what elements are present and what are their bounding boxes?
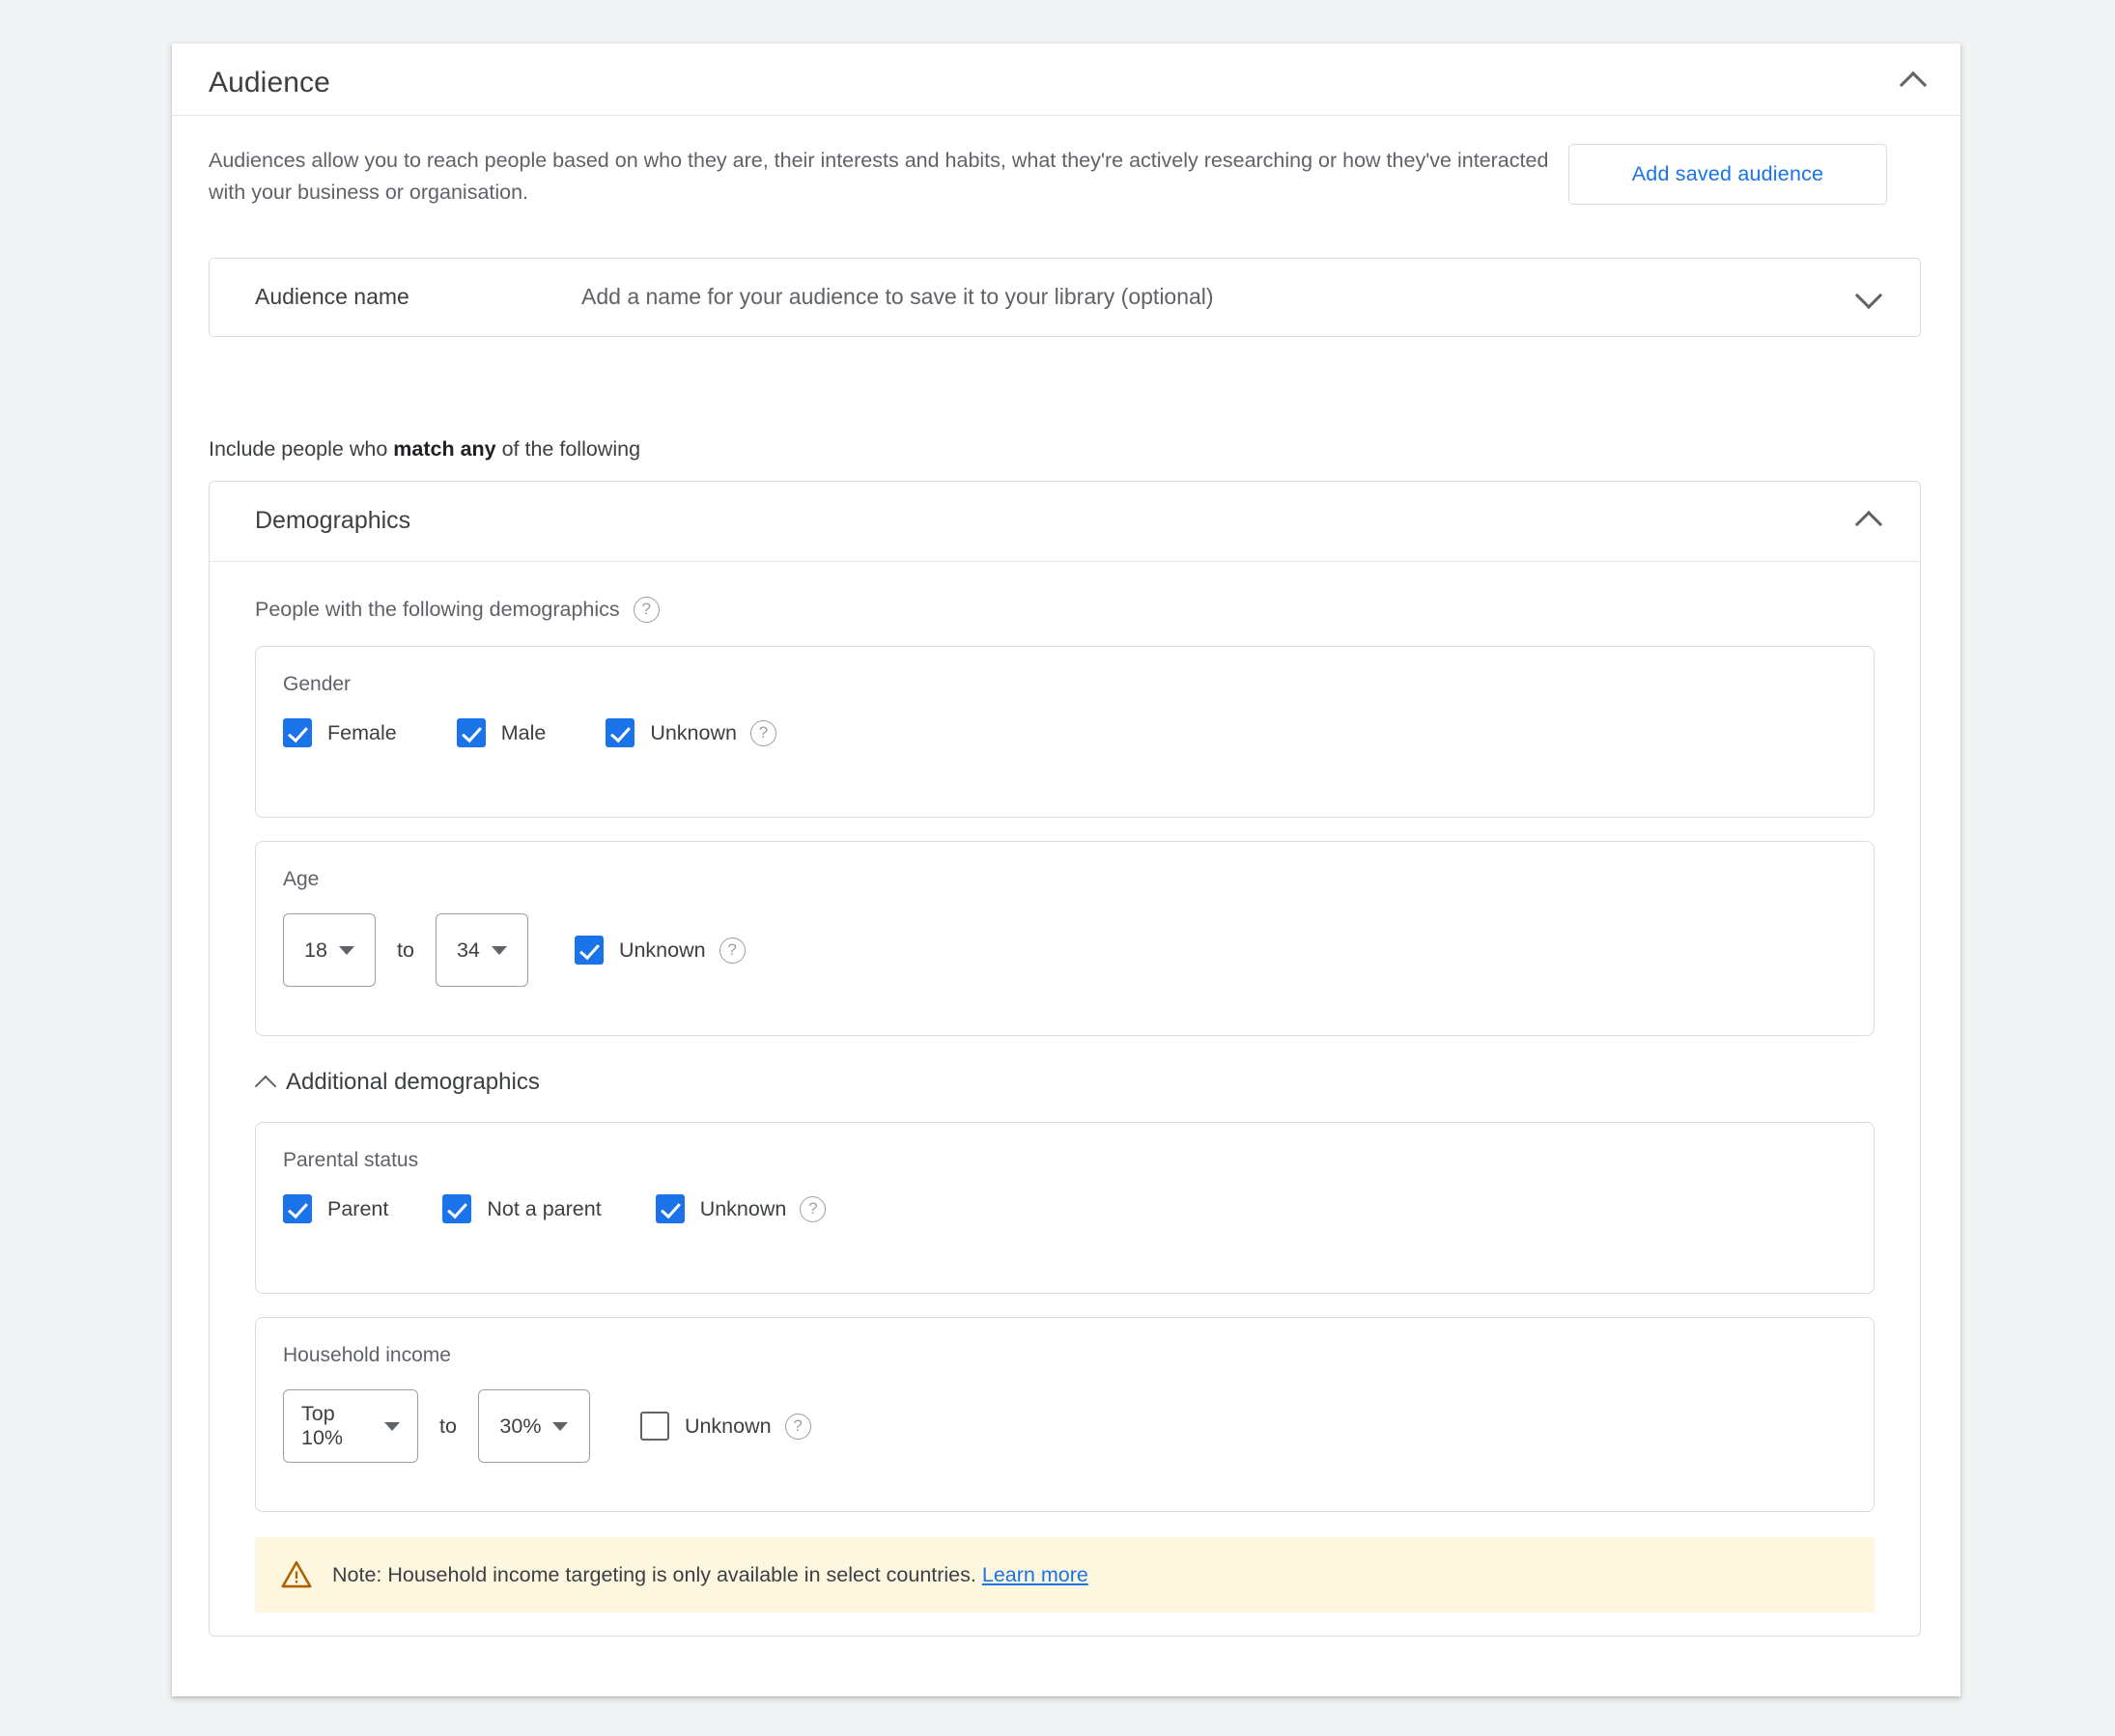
include-suffix: of the following xyxy=(495,437,641,461)
age-to-value: 34 xyxy=(456,938,480,962)
audience-name-expand-button[interactable] xyxy=(1856,285,1881,310)
checkbox-checked-icon[interactable] xyxy=(655,1194,685,1223)
parental-status-field-box: Parental status Parent Not a parent Unkn… xyxy=(255,1122,1875,1294)
audience-intro-row: Audiences allow you to reach people base… xyxy=(172,117,1960,218)
demographics-header: Demographics xyxy=(210,482,1920,562)
age-to-select[interactable]: 34 xyxy=(435,913,528,987)
audience-collapse-button[interactable] xyxy=(1901,69,1926,94)
household-income-label: Household income xyxy=(283,1344,451,1366)
demographics-card: Demographics People with the following d… xyxy=(209,481,1921,1637)
chevron-up-icon xyxy=(1901,69,1926,94)
audience-card: Audience Audiences allow you to reach pe… xyxy=(172,43,1960,1696)
checkbox-checked-icon[interactable] xyxy=(574,936,604,965)
parental-status-label: Parental status xyxy=(283,1149,419,1171)
help-icon[interactable]: ? xyxy=(633,597,660,623)
demographics-collapse-button[interactable] xyxy=(1856,508,1881,533)
chevron-down-icon xyxy=(1856,285,1881,310)
age-label: Age xyxy=(283,868,320,890)
audience-name-label: Audience name xyxy=(255,284,409,309)
age-from-value: 18 xyxy=(304,938,327,962)
gender-option-unknown-label: Unknown xyxy=(650,720,737,744)
household-income-controls-row: Top 10% to 30% Unknown ? xyxy=(283,1389,811,1463)
demographics-body: People with the following demographics ?… xyxy=(210,597,1920,1636)
checkbox-unchecked-icon[interactable] xyxy=(639,1412,669,1441)
help-icon[interactable]: ? xyxy=(749,719,776,746)
age-to-word: to xyxy=(397,938,414,962)
parental-option-not-a-parent-label: Not a parent xyxy=(487,1196,602,1220)
gender-field-box: Gender Female Male Unknown ? xyxy=(255,646,1875,818)
note-message: Note: Household income targeting is only… xyxy=(332,1562,976,1586)
age-controls-row: 18 to 34 Unknown ? xyxy=(283,913,746,987)
chevron-up-icon xyxy=(1856,508,1881,533)
gender-option-male-label: Male xyxy=(500,720,547,744)
audience-card-header: Audience xyxy=(172,43,1960,116)
household-income-option-unknown[interactable]: Unknown ? xyxy=(639,1412,811,1441)
add-saved-audience-button[interactable]: Add saved audience xyxy=(1568,144,1887,205)
gender-options-row: Female Male Unknown ? xyxy=(283,718,776,747)
caret-down-icon xyxy=(491,945,507,955)
help-icon[interactable]: ? xyxy=(719,937,746,964)
gender-option-unknown[interactable]: Unknown ? xyxy=(606,718,776,747)
help-icon[interactable]: ? xyxy=(784,1413,811,1440)
parental-option-unknown[interactable]: Unknown ? xyxy=(655,1194,827,1223)
gender-option-male[interactable]: Male xyxy=(456,718,547,747)
checkbox-checked-icon[interactable] xyxy=(283,718,312,747)
additional-demographics-toggle[interactable]: Additional demographics xyxy=(255,1069,540,1096)
household-income-from-value: Top 10% xyxy=(301,1402,344,1449)
audience-description: Audiences allow you to reach people base… xyxy=(209,149,1549,204)
caret-down-icon xyxy=(384,1421,400,1431)
caret-down-icon xyxy=(552,1421,569,1431)
demographics-subtitle: People with the following demographics xyxy=(255,598,620,621)
include-emphasis: match any xyxy=(393,437,496,461)
household-income-field-box: Household income Top 10% to 30% Unknown … xyxy=(255,1317,1875,1512)
age-from-select[interactable]: 18 xyxy=(283,913,376,987)
checkbox-checked-icon[interactable] xyxy=(606,718,635,747)
parental-option-unknown-label: Unknown xyxy=(699,1196,787,1220)
page-title: Audience xyxy=(209,67,330,98)
checkbox-checked-icon[interactable] xyxy=(442,1194,472,1223)
help-icon[interactable]: ? xyxy=(800,1195,827,1222)
household-income-option-unknown-label: Unknown xyxy=(684,1414,772,1438)
include-people-line: Include people who match any of the foll… xyxy=(209,437,640,462)
caret-down-icon xyxy=(338,945,354,955)
gender-option-female-label: Female xyxy=(327,720,397,744)
chevron-up-icon xyxy=(255,1071,278,1094)
household-income-to-select[interactable]: 30% xyxy=(477,1389,590,1463)
checkbox-checked-icon[interactable] xyxy=(283,1194,312,1223)
household-income-note-text: Note: Household income targeting is only… xyxy=(332,1563,1088,1587)
learn-more-link[interactable]: Learn more xyxy=(982,1563,1088,1586)
checkbox-checked-icon[interactable] xyxy=(456,718,486,747)
household-income-note-banner: Note: Household income targeting is only… xyxy=(255,1537,1875,1612)
audience-name-row[interactable]: Audience name Add a name for your audien… xyxy=(209,258,1921,337)
parental-option-parent[interactable]: Parent xyxy=(283,1194,388,1223)
demographics-title: Demographics xyxy=(255,507,411,534)
household-income-from-select[interactable]: Top 10% xyxy=(283,1389,418,1463)
additional-demographics-label: Additional demographics xyxy=(286,1069,540,1095)
parental-option-parent-label: Parent xyxy=(327,1196,389,1220)
age-option-unknown-label: Unknown xyxy=(618,938,706,962)
gender-option-female[interactable]: Female xyxy=(283,718,397,747)
gender-label: Gender xyxy=(283,673,352,695)
household-income-to-value: 30% xyxy=(499,1414,542,1438)
age-field-box: Age 18 to 34 Unknown ? xyxy=(255,841,1875,1036)
demographics-subtitle-row: People with the following demographics ? xyxy=(255,597,1920,623)
warning-triangle-icon xyxy=(280,1558,313,1591)
age-option-unknown[interactable]: Unknown ? xyxy=(574,936,746,965)
audience-name-placeholder: Add a name for your audience to save it … xyxy=(581,284,1214,309)
parental-status-options-row: Parent Not a parent Unknown ? xyxy=(283,1194,827,1223)
parental-option-not-a-parent[interactable]: Not a parent xyxy=(442,1194,602,1223)
page-background: Audience Audiences allow you to reach pe… xyxy=(0,0,2115,1736)
household-income-to-word: to xyxy=(439,1414,457,1438)
include-prefix: Include people who xyxy=(209,437,394,461)
